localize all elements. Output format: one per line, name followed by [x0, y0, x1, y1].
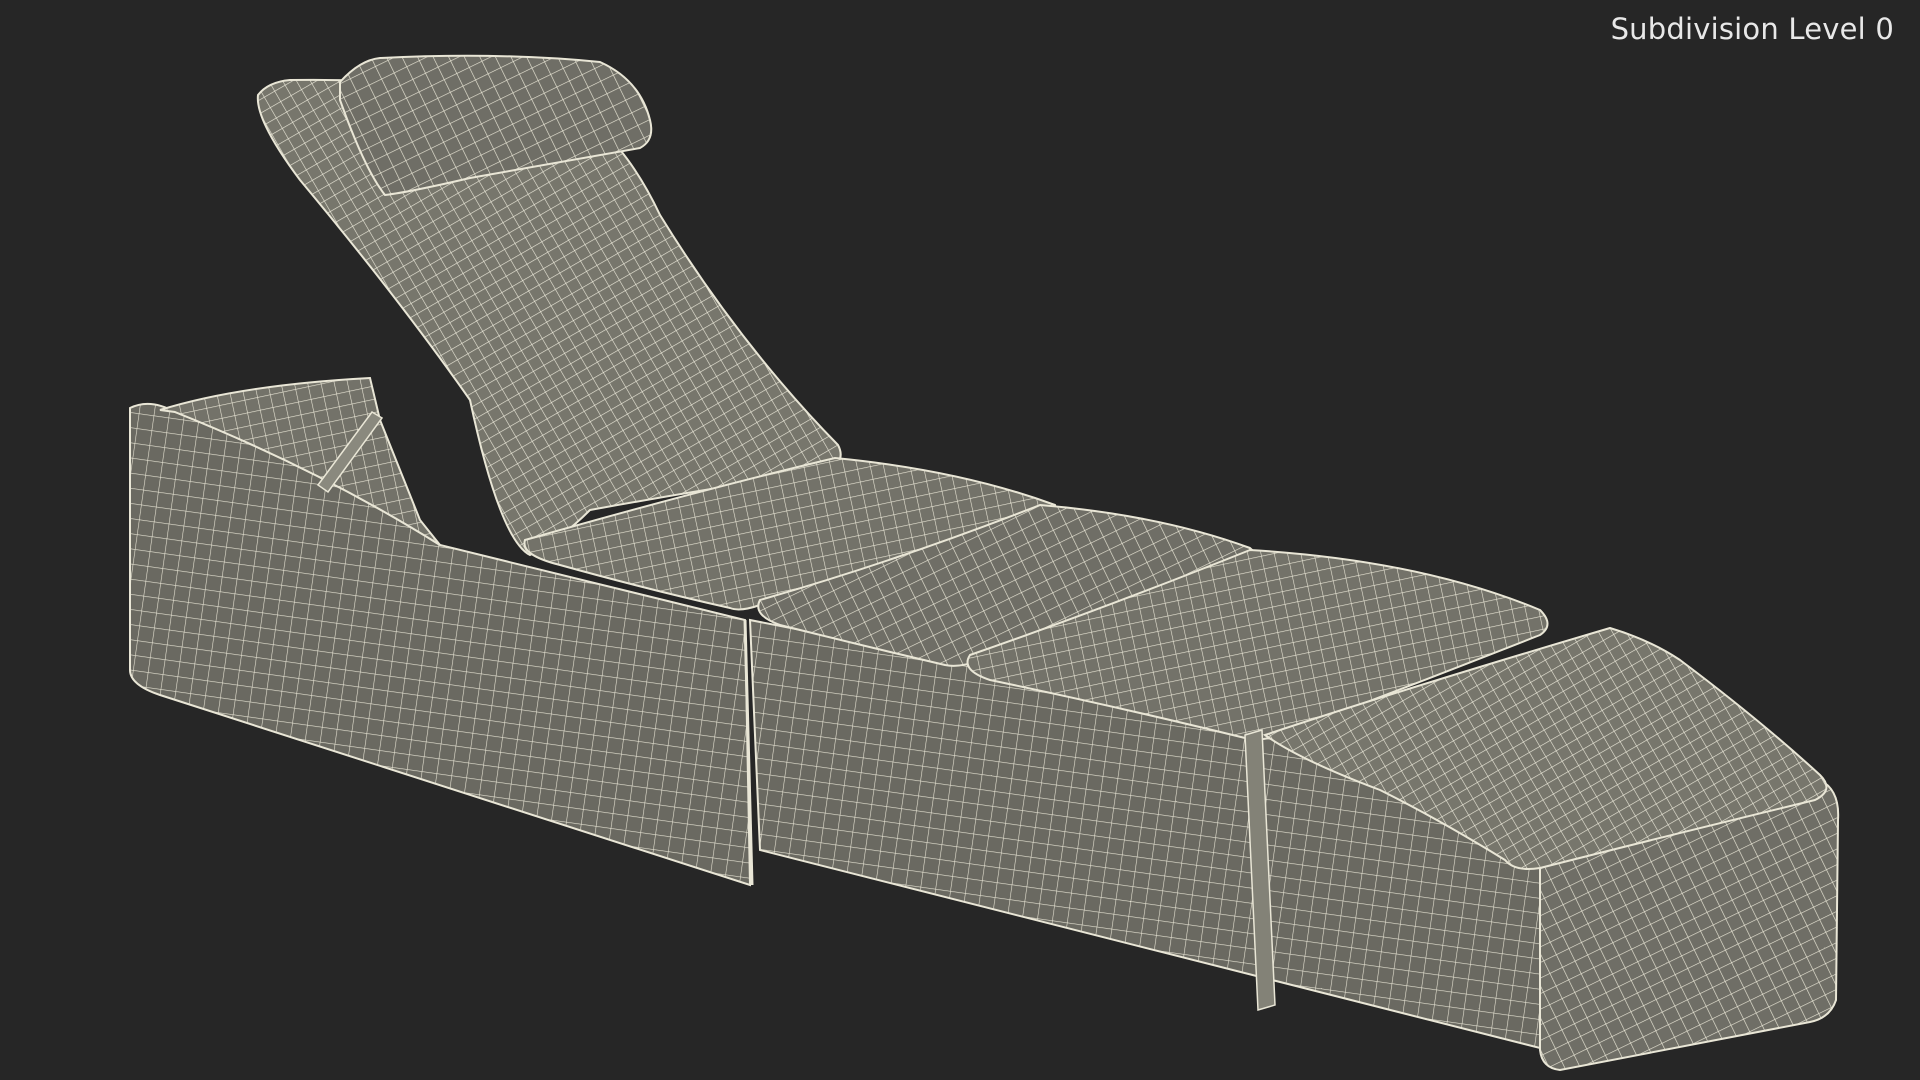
render-viewport: Subdivision Level 0 [0, 0, 1920, 1080]
subdivision-level-label: Subdivision Level 0 [1610, 12, 1894, 46]
lounge-chair-wireframe-icon [129, 54, 1840, 1072]
